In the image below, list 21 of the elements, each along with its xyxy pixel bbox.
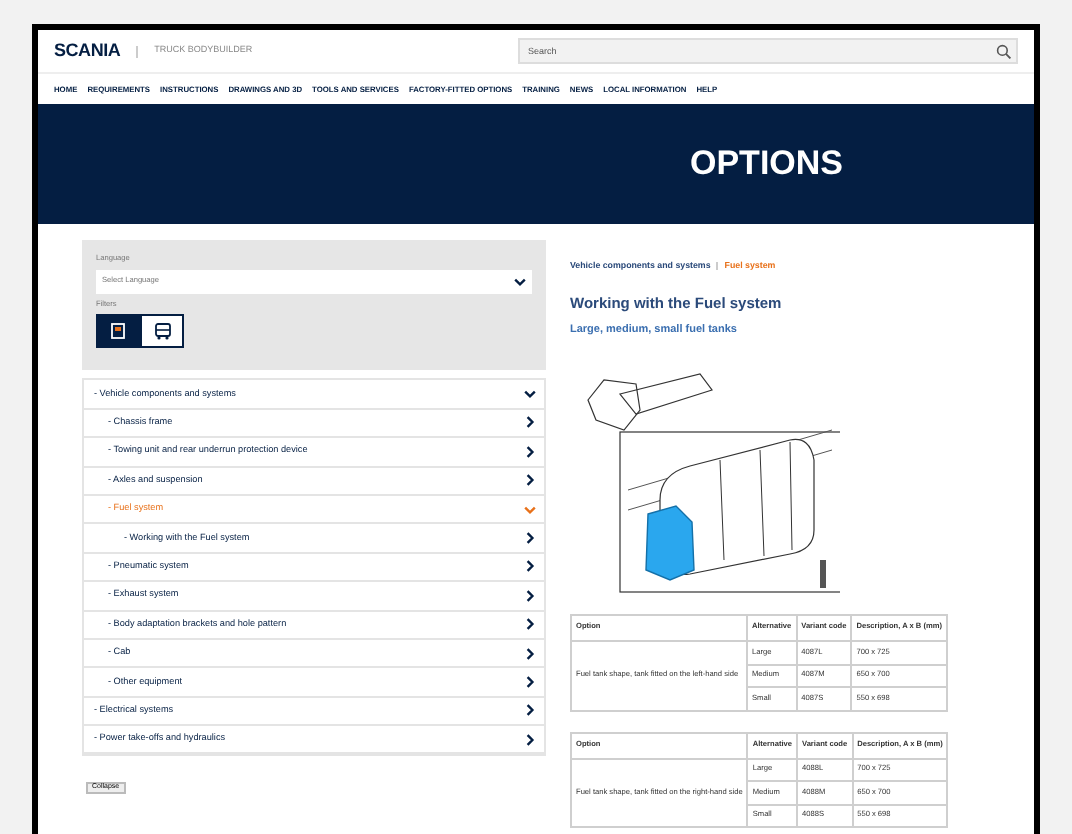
- chevron-right-icon: [524, 733, 536, 746]
- chevron-right-icon: [524, 618, 536, 631]
- truck-front-icon: [110, 322, 126, 341]
- chevron-right-icon: [524, 416, 536, 429]
- chevron-right-icon: [524, 532, 536, 545]
- chevron-down-icon: [514, 275, 526, 288]
- bus-front-icon: [153, 322, 171, 341]
- chevron-down-icon: [524, 503, 536, 516]
- search-icon[interactable]: [996, 43, 1012, 59]
- logo[interactable]: SCANIA: [54, 37, 121, 65]
- chevron-right-icon: [524, 589, 536, 602]
- chevron-right-icon: [524, 445, 536, 458]
- filter-button[interactable]: [140, 314, 184, 349]
- banner-title: OPTIONS: [690, 142, 844, 187]
- chevron-right-icon: [524, 675, 536, 688]
- filter-button[interactable]: [96, 314, 140, 349]
- chevron-right-icon: [524, 704, 536, 717]
- chevron-right-icon: [524, 647, 536, 660]
- chevron-down-icon: [524, 388, 536, 401]
- chevron-right-icon: [524, 560, 536, 573]
- chevron-right-icon: [524, 474, 536, 487]
